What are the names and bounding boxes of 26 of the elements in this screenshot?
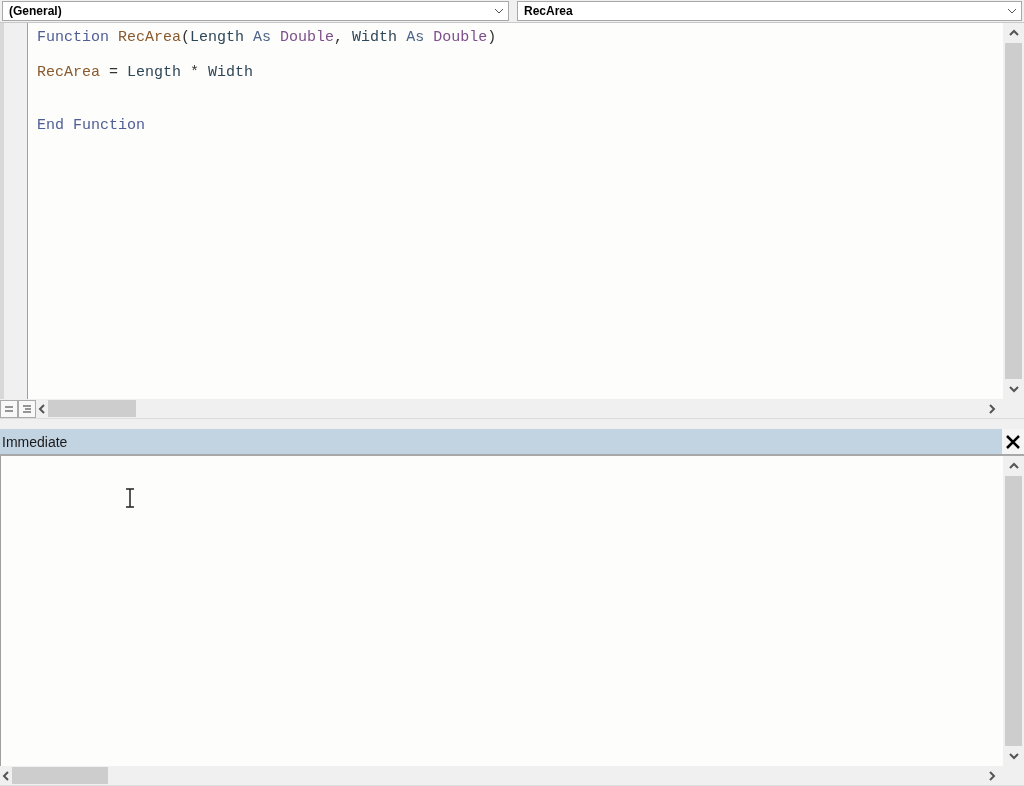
full-module-view-button[interactable]	[18, 399, 36, 418]
code-editor[interactable]: Function RecArea(Length As Double, Width As Double) RecArea = Length * Width End Function	[28, 23, 1003, 400]
code-line: RecArea = Length * Width	[37, 64, 255, 82]
caret-icon	[1007, 8, 1017, 14]
code-line: Function RecArea(Length As Double, Width As Double)	[37, 29, 498, 47]
chevron-down-icon[interactable]	[1007, 750, 1020, 762]
caret-icon	[494, 8, 504, 14]
vertical-scrollbar[interactable]	[1003, 23, 1024, 400]
chevron-left-icon[interactable]	[36, 402, 48, 415]
chevron-left-icon[interactable]	[0, 769, 12, 782]
immediate-input-area[interactable]	[0, 456, 1003, 766]
close-icon	[1005, 433, 1021, 450]
vertical-scrollbar[interactable]	[1003, 456, 1024, 766]
chevron-right-icon[interactable]	[986, 402, 998, 415]
code-line: End Function	[37, 116, 147, 135]
object-dropdown[interactable]: (General)	[2, 1, 509, 21]
procedure-dropdown[interactable]: RecArea	[517, 1, 1022, 21]
text-cursor-icon	[124, 488, 136, 508]
procedure-view-button[interactable]	[0, 399, 18, 418]
close-button[interactable]	[1002, 429, 1024, 454]
chevron-right-icon[interactable]	[986, 769, 998, 782]
equals-icon	[5, 405, 13, 412]
horizontal-scrollbar-thumb[interactable]	[12, 767, 108, 784]
pane-title: Immediate	[1, 433, 68, 450]
lines-icon	[23, 404, 31, 413]
horizontal-scrollbar-thumb[interactable]	[48, 400, 136, 418]
